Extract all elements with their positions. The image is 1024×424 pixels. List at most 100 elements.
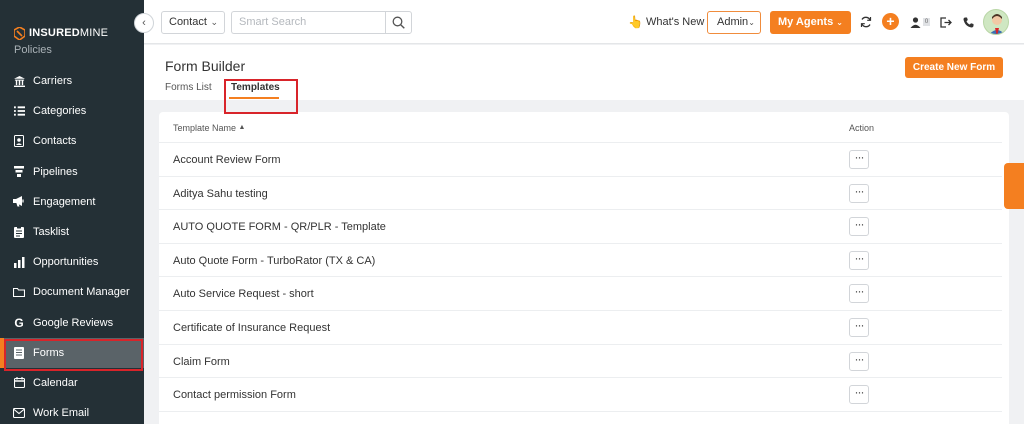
sidebar-item-work-email[interactable]: Work Email: [0, 398, 144, 424]
column-header-template-name[interactable]: Template Name ▲: [173, 123, 245, 133]
sidebar-item-contacts[interactable]: Contacts: [0, 126, 144, 156]
table-row[interactable]: Certificate of Insurance Request ···: [159, 311, 1002, 345]
folder-icon: [13, 286, 25, 298]
row-action-menu-button[interactable]: ···: [849, 317, 869, 337]
row-action-menu-button[interactable]: ···: [849, 217, 869, 237]
table-row[interactable]: Claim Form ···: [159, 345, 1002, 379]
sidebar-nav: Carriers Categories Contacts Pipelines E…: [0, 66, 144, 424]
tab-highlight-box: [224, 79, 298, 114]
chevron-left-icon: ‹: [142, 17, 146, 29]
sidebar-item-forms[interactable]: Forms: [0, 337, 144, 371]
table-body: Account Review Form ··· Aditya Sahu test…: [159, 143, 1002, 412]
context-select-value: Contact: [169, 16, 207, 28]
sidebar-collapse-button[interactable]: ‹: [134, 13, 154, 33]
my-agents-button[interactable]: My Agents ⌄: [770, 11, 851, 34]
plus-icon: +: [886, 13, 895, 29]
row-action-menu-button[interactable]: ···: [849, 385, 869, 405]
template-name[interactable]: Aditya Sahu testing: [173, 188, 268, 200]
role-select[interactable]: Admin ⌄: [707, 11, 761, 34]
sidebar-item-opportunities[interactable]: Opportunities: [0, 247, 144, 277]
quick-add-button[interactable]: +: [882, 13, 899, 30]
sidebar-item-label: Contacts: [33, 135, 77, 148]
google-icon: G: [14, 315, 24, 330]
templates-table: Template Name ▲ Action Account Review Fo…: [159, 112, 1009, 424]
table-row[interactable]: Account Review Form ···: [159, 143, 1002, 177]
context-select[interactable]: Contact ⌄: [161, 11, 225, 34]
table-header: Template Name ▲ Action: [159, 112, 1002, 143]
user-count-badge: 0: [923, 18, 930, 26]
refresh-icon: [860, 16, 872, 28]
sidebar-item-label: Google Reviews: [33, 316, 114, 329]
row-action-menu-button[interactable]: ···: [849, 250, 869, 270]
page-header: Form Builder Forms List Templates Create…: [144, 45, 1024, 114]
my-agents-label: My Agents: [778, 16, 834, 28]
template-name[interactable]: Auto Service Request - short: [173, 288, 314, 300]
phone-icon: [963, 17, 973, 27]
sidebar-item-carriers[interactable]: Carriers: [0, 66, 144, 96]
table-row[interactable]: Aditya Sahu testing ···: [159, 177, 1002, 211]
avatar[interactable]: [983, 9, 1009, 35]
sidebar-item-calendar[interactable]: Calendar: [0, 368, 144, 398]
hand-pointer-icon: 👆: [628, 15, 643, 29]
user-icon: [910, 16, 920, 28]
sidebar-item-categories[interactable]: Categories: [0, 96, 144, 126]
create-new-form-button[interactable]: Create New Form: [905, 57, 1003, 78]
user-menu-button[interactable]: [908, 15, 922, 29]
sidebar-item-label: Work Email: [33, 407, 90, 420]
table-row[interactable]: Auto Quote Form - TurboRator (TX & CA) ·…: [159, 244, 1002, 278]
template-name[interactable]: Account Review Form: [173, 154, 281, 166]
search-button[interactable]: [385, 11, 412, 34]
megaphone-icon: [13, 196, 25, 208]
sidebar-item-pipelines[interactable]: Pipelines: [0, 157, 144, 187]
phone-button[interactable]: [961, 15, 975, 29]
sidebar-item-label: Pipelines: [33, 165, 78, 178]
template-name[interactable]: Auto Quote Form - TurboRator (TX & CA): [173, 255, 375, 267]
chevron-down-icon: ⌄: [836, 18, 843, 27]
table-row[interactable]: AUTO QUOTE FORM - QR/PLR - Template ···: [159, 210, 1002, 244]
logout-button[interactable]: [939, 15, 953, 29]
mail-icon: [13, 407, 25, 419]
template-name[interactable]: Claim Form: [173, 356, 230, 368]
logout-icon: [940, 16, 952, 28]
brand-name-bold: INSURED: [29, 27, 80, 39]
sidebar-item-document-manager[interactable]: Document Manager: [0, 277, 144, 307]
template-name[interactable]: Contact permission Form: [173, 389, 296, 401]
row-action-menu-button[interactable]: ···: [849, 284, 869, 304]
template-name[interactable]: AUTO QUOTE FORM - QR/PLR - Template: [173, 221, 386, 233]
brand-name-thin: MINE: [79, 27, 109, 39]
sidebar-item-policies-partial[interactable]: Policies: [14, 44, 52, 54]
table-row[interactable]: Contact permission Form ···: [159, 378, 1002, 412]
row-action-menu-button[interactable]: ···: [849, 351, 869, 371]
form-icon: [13, 346, 25, 359]
sidebar-item-google-reviews[interactable]: G Google Reviews: [0, 308, 144, 338]
user-avatar-icon: [989, 14, 1005, 34]
template-name[interactable]: Certificate of Insurance Request: [173, 322, 330, 334]
role-select-value: Admin: [717, 16, 749, 28]
refresh-button[interactable]: [859, 15, 873, 29]
whats-new-link[interactable]: 👆 What's New: [628, 15, 704, 29]
contact-card-icon: [13, 135, 25, 148]
help-tab[interactable]: ● Help: [994, 143, 1024, 209]
sidebar-item-label: Carriers: [33, 75, 73, 88]
sidebar-item-tasklist[interactable]: Tasklist: [0, 217, 144, 247]
row-action-menu-button[interactable]: ···: [849, 150, 869, 169]
page-title: Form Builder: [165, 58, 246, 74]
bar-chart-icon: [13, 256, 25, 268]
table-row[interactable]: Auto Service Request - short ···: [159, 277, 1002, 311]
tab-forms-list[interactable]: Forms List: [165, 82, 212, 93]
sidebar-item-label: Tasklist: [33, 226, 70, 239]
brand-logo[interactable]: INSUREDMINE: [14, 24, 108, 42]
row-action-menu-button[interactable]: ···: [849, 183, 869, 203]
sidebar-item-label: Opportunities: [33, 256, 99, 269]
search-icon: [392, 16, 405, 29]
sidebar-item-label: Forms: [33, 346, 65, 359]
smart-search-input[interactable]: Smart Search: [231, 11, 385, 34]
chevron-down-icon: ⌄: [748, 18, 755, 27]
logo-icon: [14, 26, 25, 40]
sidebar-item-engagement[interactable]: Engagement: [0, 187, 144, 217]
sidebar-item-label: Engagement: [33, 195, 96, 208]
whats-new-label: What's New: [645, 16, 705, 28]
filter-icon: [13, 166, 25, 178]
sidebar: INSUREDMINE Policies Carriers Categories…: [0, 0, 144, 424]
calendar-icon: [13, 377, 25, 389]
